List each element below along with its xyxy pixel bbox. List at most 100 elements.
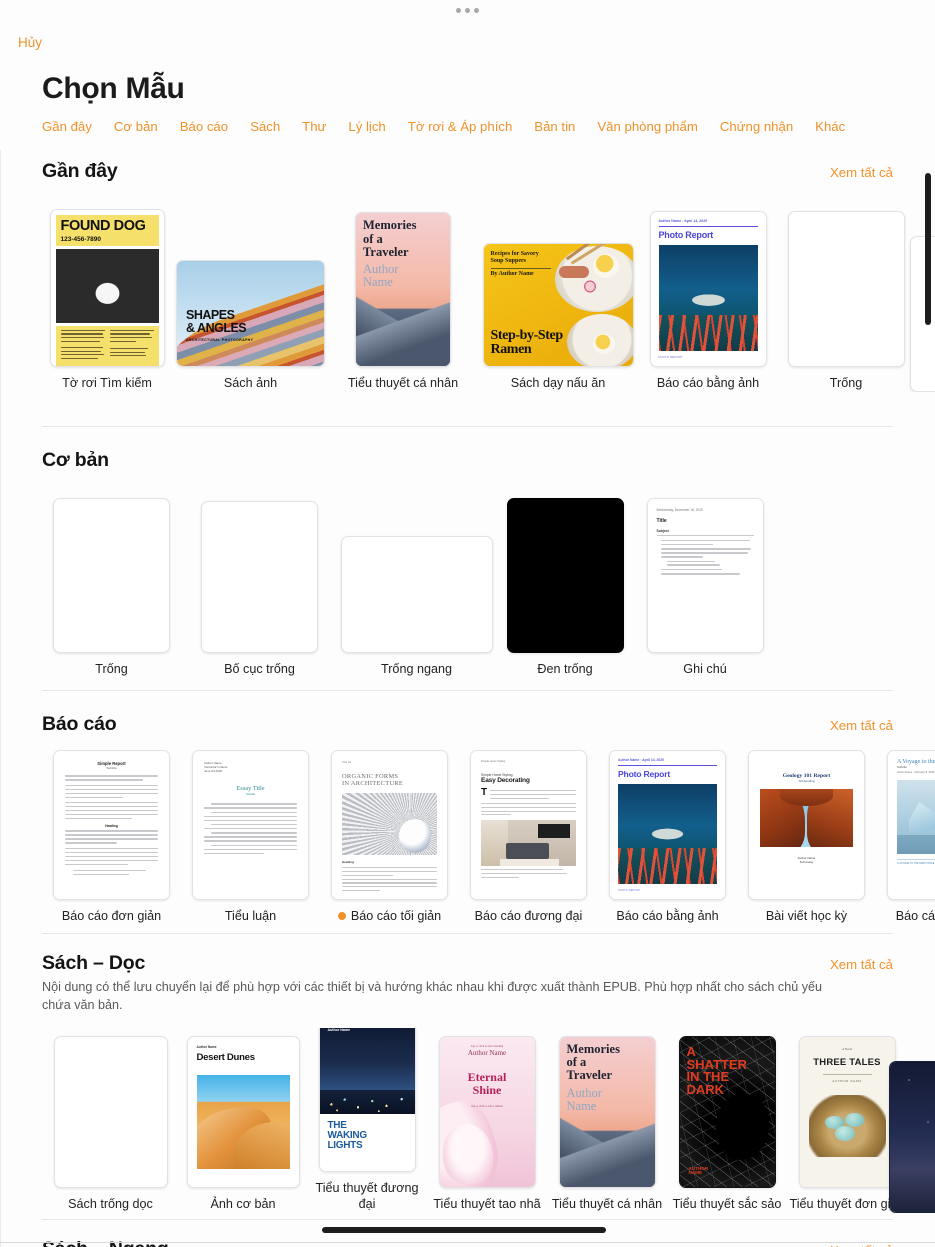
art-ramen-sub2: Soup Suppers	[490, 258, 527, 265]
template-card-blank-layout[interactable]: Bố cục trống	[181, 491, 338, 678]
template-card-found-dog[interactable]: FOUND DOG 123-456-7890 Tờ rơi Tìm kiếm	[42, 207, 172, 392]
tab-flyers-posters[interactable]: Tờ rơi & Áp phích	[408, 119, 513, 134]
template-card-basic-photo[interactable]: Author Name Desert Dunes Ảnh cơ bản	[179, 1035, 307, 1213]
template-thumbnail[interactable]: Author Name · April 14, 2020 Photo Repor…	[609, 750, 726, 901]
template-thumbnail[interactable]: A Voyage to the North Subtitle Author Na…	[887, 750, 935, 901]
template-thumbnail[interactable]: Author Name Desert Dunes	[186, 1035, 300, 1188]
art-essay-date: June 04 2020	[204, 769, 223, 774]
art-organic-photo	[342, 793, 437, 856]
art-voyage-footer: A VOYAGE TO THE NORTH POLE	[897, 859, 935, 865]
template-thumbnail[interactable]: Geology 101 Report Subheading Author Nam…	[748, 750, 865, 901]
art-dunes-photo	[196, 1074, 290, 1169]
art-essay-title: Essay Title	[236, 785, 265, 793]
section-divider	[42, 933, 893, 934]
template-thumbnail[interactable]	[910, 236, 935, 392]
template-thumbnail[interactable]: FOUND DOG 123-456-7890	[49, 209, 165, 368]
see-all-link-recent[interactable]: Xem tất cả	[830, 165, 893, 180]
template-thumbnail[interactable]: A Novel THREE TALES AUTHOR NAME	[798, 1035, 896, 1188]
template-thumbnail[interactable]: Wednesday, December 18, 2019 Title Subje…	[646, 498, 764, 654]
tab-resumes[interactable]: Lý lịch	[348, 119, 385, 134]
template-card-photo-book[interactable]: SHAPES & ANGLES ARCHITECTURAL PHOTOGRAPH…	[172, 207, 329, 392]
tab-misc[interactable]: Khác	[815, 119, 845, 134]
template-card-essay[interactable]: Author Name Instructor's Name June 04 20…	[181, 750, 320, 925]
art-eternal-tap: Tap or click to add a heading	[470, 1044, 504, 1048]
template-caption: Báo cáo tối giản	[337, 909, 441, 925]
template-card-simple-report[interactable]: Simple Report Subtitle Heading Báo cáo đ…	[42, 750, 181, 925]
template-thumbnail[interactable]: Simple Home Styling Simple Home Styling …	[470, 750, 587, 901]
horizontal-scrollbar-thumb[interactable]	[322, 1227, 606, 1233]
template-card-blank-book-portrait[interactable]: Sách trống dọc	[42, 1035, 179, 1213]
template-thumbnail[interactable]: Author Name THE WAKING LIGHTS	[318, 1027, 416, 1173]
template-thumbnail[interactable]	[787, 211, 905, 368]
template-card-student-report[interactable]: A Voyage to the North Subtitle Author Na…	[876, 750, 935, 925]
art-waking-lights: Author Name THE WAKING LIGHTS	[319, 1027, 415, 1172]
template-thumbnail[interactable]: Author Name · April 14, 2020 Photo Repor…	[649, 211, 767, 368]
window-drag-handle[interactable]	[0, 8, 935, 13]
tab-basic[interactable]: Cơ bản	[114, 119, 158, 134]
art-note-subject: Subject	[656, 529, 669, 534]
art-organic-title1: ORGANIC FORMS	[342, 773, 399, 781]
recent-row-scrollbar[interactable]	[925, 173, 931, 325]
see-all-link-books-landscape[interactable]: Xem tất cả	[830, 1243, 893, 1247]
art-memories-author2: Name	[363, 275, 393, 290]
tab-stationery[interactable]: Văn phòng phẩm	[597, 119, 697, 134]
template-card-minimal-report[interactable]: Title 01 ORGANIC FORMS IN ARCHITECTURE H…	[320, 750, 459, 925]
template-card-blank-landscape[interactable]: Trống ngang	[338, 491, 495, 678]
template-card-blank-black[interactable]: Đen trống	[495, 491, 635, 678]
template-card-photo-report-2[interactable]: Author Name · April 14, 2020 Photo Repor…	[598, 750, 737, 925]
template-card-edgy-novel[interactable]: A SHATTER IN THE DARK AUTHOR NAME Tiểu t…	[667, 1035, 787, 1213]
template-thumbnail[interactable]: A SHATTER IN THE DARK AUTHOR NAME	[678, 1035, 776, 1188]
art-organic-heading: Heading	[342, 860, 354, 865]
art-voyage-sub: Subtitle	[897, 765, 908, 770]
see-all-link-books-vertical[interactable]: Xem tất cả	[830, 957, 893, 972]
template-card-note[interactable]: Wednesday, December 18, 2019 Title Subje…	[635, 491, 775, 678]
template-card-cookbook[interactable]: Recipes for Savory Soup Suppers By Autho…	[477, 207, 639, 392]
art-dunes-title: Desert Dunes	[196, 1051, 256, 1063]
tab-newsletters[interactable]: Bản tin	[534, 119, 575, 134]
template-scroll-area[interactable]: Gần đây Xem tất cả FOUND DOG 123-456-789…	[0, 150, 935, 1247]
template-card-contemporary-novel[interactable]: Author Name THE WAKING LIGHTS Tiểu thuyế…	[307, 1027, 427, 1213]
art-memories-author2: Name	[566, 1098, 597, 1113]
tab-reports[interactable]: Báo cáo	[180, 119, 228, 134]
template-thumbnail[interactable]	[201, 501, 318, 654]
template-card-term-paper[interactable]: Geology 101 Report Subheading Author Nam…	[737, 750, 876, 925]
tab-certificates[interactable]: Chứng nhận	[720, 119, 793, 134]
template-thumbnail[interactable]: Memories of a Traveler Author Name	[355, 212, 451, 368]
template-thumbnail[interactable]	[506, 498, 624, 654]
template-card-photo-report[interactable]: Author Name · April 14, 2020 Photo Repor…	[639, 207, 777, 392]
art-essay: Author Name Instructor's Name June 04 20…	[193, 751, 308, 900]
cancel-button[interactable]: Hủy	[18, 35, 42, 50]
art-easy-decorating: Simple Home Styling Simple Home Styling …	[471, 751, 586, 900]
template-thumbnail[interactable]: Simple Report Subtitle Heading	[53, 750, 170, 901]
template-thumbnail[interactable]: Memories of a Traveler Author Name	[558, 1035, 656, 1188]
template-thumbnail[interactable]	[53, 1035, 168, 1188]
tab-books[interactable]: Sách	[250, 119, 280, 134]
handle-dot	[456, 8, 461, 13]
art-shapes-line1: SHAPES	[186, 308, 235, 323]
template-thumbnail[interactable]: Tap or click to add a heading Author Nam…	[438, 1035, 536, 1188]
template-thumbnail[interactable]: Recipes for Savory Soup Suppers By Autho…	[482, 243, 634, 368]
art-essay-sub: Subtitle	[245, 792, 256, 797]
template-card-elegant-novel[interactable]: Tap or click to add a heading Author Nam…	[427, 1035, 547, 1213]
template-caption: Tiểu thuyết đương đại	[315, 1181, 419, 1211]
template-thumbnail[interactable]: Title 01 ORGANIC FORMS IN ARCHITECTURE H…	[331, 750, 448, 901]
art-geology-sub: Subheading	[798, 779, 815, 784]
template-card-night-sky-novel[interactable]	[888, 1060, 935, 1213]
template-card-personal-novel-2[interactable]: Memories of a Traveler Author Name Tiểu …	[547, 1035, 667, 1213]
art-memories-author1: Author	[566, 1085, 602, 1100]
tab-recent[interactable]: Gần đây	[42, 119, 92, 134]
art-tales-photo	[808, 1094, 886, 1157]
template-thumbnail[interactable]	[53, 498, 170, 654]
template-card-personal-novel[interactable]: Memories of a Traveler Author Name Tiểu …	[329, 207, 477, 392]
template-card-blank[interactable]: Trống	[777, 207, 915, 392]
template-thumbnail[interactable]	[888, 1060, 935, 1213]
template-card-blank-portrait[interactable]: Trống	[42, 491, 181, 678]
template-thumbnail[interactable]	[340, 536, 493, 654]
section-divider	[42, 1218, 893, 1220]
template-thumbnail[interactable]: SHAPES & ANGLES ARCHITECTURAL PHOTOGRAPH…	[176, 260, 325, 368]
tab-letters[interactable]: Thư	[302, 119, 326, 134]
see-all-link-reports[interactable]: Xem tất cả	[830, 718, 893, 733]
template-thumbnail[interactable]: Author Name Instructor's Name June 04 20…	[192, 750, 309, 901]
template-caption: Báo cáo bằng ảnh	[656, 376, 760, 391]
template-card-contemporary-report[interactable]: Simple Home Styling Simple Home Styling …	[459, 750, 598, 925]
